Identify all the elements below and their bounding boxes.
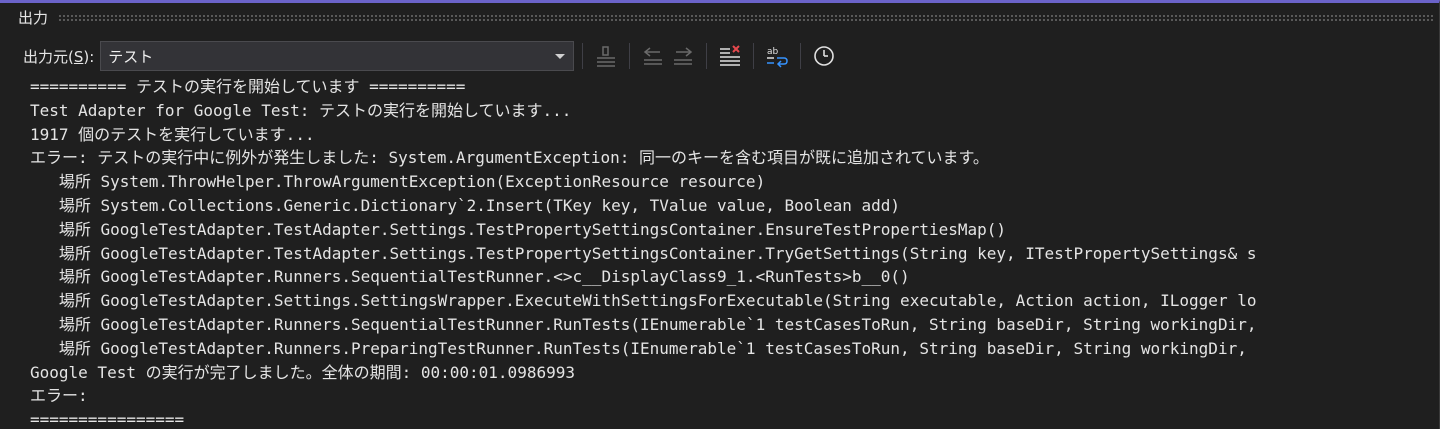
word-wrap-icon: ab [767,47,789,68]
previous-message-button[interactable] [638,41,668,71]
toolbar-separator [706,43,708,69]
output-line: 場所 GoogleTestAdapter.Settings.SettingsWr… [30,291,1257,311]
output-line: ================ [30,410,185,429]
previous-message-icon [644,47,663,65]
output-line: 1917 個のテストを実行しています... [30,124,315,144]
go-to-line-button[interactable] [591,41,621,71]
output-line: エラー: テストの実行中に例外が発生しました: System.ArgumentE… [30,148,989,168]
output-line: Test Adapter for Google Test: テストの実行を開始し… [30,100,572,120]
output-line: 場所 System.ThrowHelper.ThrowArgumentExcep… [30,172,766,192]
go-to-line-icon [597,46,616,67]
clear-all-icon [720,45,741,66]
timestamp-icon [814,46,835,66]
drag-grip[interactable] [58,14,1435,21]
output-line: エラー: [30,386,88,406]
toolbar-separator [582,43,584,69]
toolbar-separator [800,43,802,69]
output-line: ========== テストの実行を開始しています ========== [30,77,466,96]
panel-title: 出力 [18,9,49,27]
chevron-down-icon[interactable] [555,53,566,59]
title-bar[interactable]: 出力 [0,3,1439,32]
output-line: 場所 System.Collections.Generic.Dictionary… [30,195,901,215]
output-line: 場所 GoogleTestAdapter.TestAdapter.Setting… [30,219,1007,239]
toolbar-separator [753,43,755,69]
svg-text:ab: ab [767,47,779,57]
output-line: Google Test の実行が完了しました。全体の期間: 00:00:01.0… [30,362,575,382]
output-line: 場所 GoogleTestAdapter.Runners.SequentialT… [30,267,910,287]
clear-all-button[interactable] [715,41,745,71]
output-window: 出力 出力元(S): テスト ab ========== テストの実行を開始して… [0,0,1440,429]
source-label: 出力元(S): [23,47,95,66]
source-dropdown[interactable]: テスト [100,41,575,71]
toolbar: 出力元(S): テスト ab [0,39,1439,73]
next-message-button[interactable] [668,41,698,71]
toolbar-separator [629,43,631,69]
output-line: 場所 GoogleTestAdapter.Runners.PreparingTe… [30,338,1257,358]
timestamp-button[interactable] [809,41,839,71]
output-text-area[interactable]: ========== テストの実行を開始しています ========== Tes… [0,75,1439,429]
output-line: 場所 GoogleTestAdapter.TestAdapter.Setting… [30,243,1257,263]
next-message-icon [674,47,693,65]
source-dropdown-value: テスト [108,47,154,66]
word-wrap-button[interactable]: ab [762,41,792,71]
output-line: 場所 GoogleTestAdapter.Runners.SequentialT… [30,314,1257,334]
